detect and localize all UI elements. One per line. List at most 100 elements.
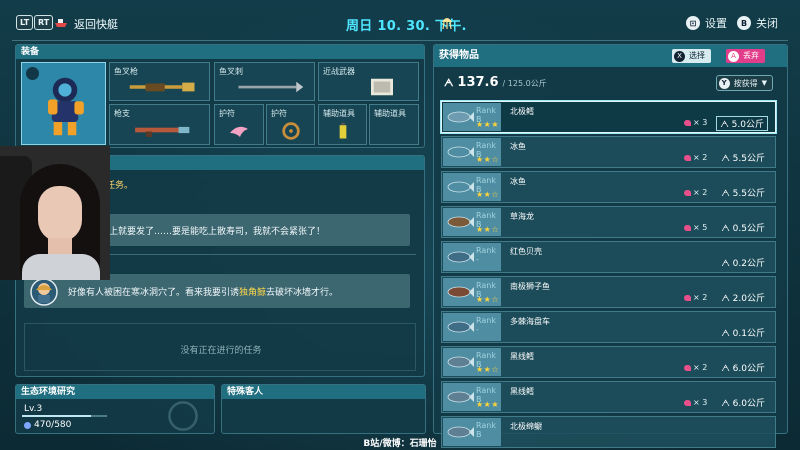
item-rank: Rank B bbox=[476, 421, 496, 439]
item-row[interactable]: Rank B ★★☆ 冰鱼 × 2 ᗅ 5.5公斤 bbox=[441, 171, 776, 203]
webcam-overlay bbox=[0, 146, 110, 280]
charm-slot-1[interactable]: 护符 bbox=[214, 104, 264, 145]
heart-icon bbox=[684, 224, 691, 231]
eco-xp: 470/580 bbox=[24, 420, 71, 430]
item-quantity: × 3 bbox=[684, 118, 707, 127]
eco-progress-track bbox=[22, 415, 107, 417]
item-name: 黑线鳕 bbox=[510, 387, 534, 396]
item-thumbnail: Rank - bbox=[443, 243, 501, 271]
item-thumbnail: Rank B ★★☆ bbox=[443, 173, 501, 201]
obtained-items-panel: 获得物品 X 选择 A 丢弃 ᗅ 137.6 / 125.0公斤 Y 按获得 ▼… bbox=[433, 44, 788, 448]
slot-label: 近战武器 bbox=[323, 67, 355, 76]
diving-suit-slot[interactable] bbox=[21, 62, 106, 145]
item-qty-value: × 3 bbox=[693, 398, 708, 407]
fish-icon bbox=[447, 111, 474, 123]
fish-icon bbox=[447, 286, 474, 298]
item-qty-value: × 2 bbox=[693, 293, 708, 302]
select-label: 选择 bbox=[689, 51, 705, 60]
item-quantity: × 2 bbox=[684, 293, 707, 302]
settings-button[interactable]: ⊡ 设置 bbox=[686, 15, 727, 31]
rt-button[interactable]: RT bbox=[34, 15, 54, 30]
sort-label: 按获得 bbox=[733, 78, 758, 88]
item-row[interactable]: Rank B ★★☆ 草海龙 × 5 ᗅ 0.5公斤 bbox=[441, 206, 776, 238]
fish-icon bbox=[447, 216, 474, 228]
lt-button[interactable]: LT bbox=[16, 15, 34, 30]
settings-label: 设置 bbox=[705, 17, 727, 30]
item-row[interactable]: Rank - 多棘海盘车 ᗅ 0.1公斤 bbox=[441, 311, 776, 343]
xp-orb-icon bbox=[24, 421, 31, 429]
dolphin-charm-icon bbox=[230, 126, 248, 137]
harpoon-gun-slot[interactable]: 鱼叉枪 bbox=[109, 62, 210, 101]
harpoon-gun-icon bbox=[129, 82, 195, 92]
item-row[interactable]: Rank B ★★★ 北极鳕 × 3 ᗅ 5.0公斤 bbox=[441, 101, 776, 133]
item-stars: ★★☆ bbox=[476, 225, 500, 234]
weight-max: / 125.0公斤 bbox=[502, 79, 547, 88]
item-qty-value: × 2 bbox=[693, 363, 708, 372]
heart-icon bbox=[684, 294, 691, 301]
slot-label: 护符 bbox=[219, 109, 235, 118]
webcam-shirt bbox=[22, 254, 100, 280]
heart-icon bbox=[684, 364, 691, 371]
slot-label: 枪支 bbox=[114, 109, 130, 118]
eco-research-title: 生态环境研究 bbox=[16, 385, 214, 399]
item-qty-value: × 5 bbox=[693, 223, 708, 232]
item-row[interactable]: Rank B 北极绵鳚 bbox=[441, 416, 776, 448]
item-row[interactable]: Rank B ★★☆ 南极狮子鱼 × 2 ᗅ 2.0公斤 bbox=[441, 276, 776, 308]
highlight-narwhal: 独角鲸 bbox=[239, 287, 267, 298]
b-key-icon: B bbox=[737, 16, 751, 30]
item-weight: ᗅ 0.5公斤 bbox=[721, 224, 765, 234]
eco-level: Lv.3 bbox=[24, 404, 43, 414]
item-thumbnail: Rank B ★★☆ bbox=[443, 138, 501, 166]
item-weight: ᗅ 6.0公斤 bbox=[721, 364, 765, 374]
equipment-title: 装备 bbox=[16, 45, 424, 59]
item-name: 南极狮子鱼 bbox=[510, 282, 550, 291]
item-stars: ★★☆ bbox=[476, 155, 500, 164]
fish-icon bbox=[447, 251, 474, 263]
item-row[interactable]: Rank B ★★☆ 黑线鳕 × 2 ᗅ 6.0公斤 bbox=[441, 346, 776, 378]
quest-title: 任务。 bbox=[106, 181, 134, 191]
item-stars: ★★★ bbox=[476, 400, 500, 409]
top-bar: LT RT 返回快艇 周日 10. 30. 下午. ⊡ 设置 B 关闭 bbox=[0, 0, 800, 44]
item-quantity: × 2 bbox=[684, 188, 707, 197]
special-guest-panel[interactable]: 特殊客人 bbox=[221, 384, 426, 434]
back-to-boat-label[interactable]: 返回快艇 bbox=[74, 16, 118, 32]
support-item-slot-2[interactable]: 辅助道具 bbox=[369, 104, 419, 145]
item-thumbnail: Rank - bbox=[443, 313, 501, 341]
item-qty-value: × 2 bbox=[693, 188, 708, 197]
y-key-icon: Y bbox=[718, 77, 730, 89]
x-key-icon: X bbox=[674, 50, 685, 62]
melee-weapon-slot[interactable]: 近战武器 bbox=[318, 62, 419, 101]
support-item-slot-1[interactable]: 辅助道具 bbox=[318, 104, 367, 145]
item-row[interactable]: Rank - 红色贝壳 ᗅ 0.2公斤 bbox=[441, 241, 776, 273]
slot-label: 鱼叉刺 bbox=[219, 67, 243, 76]
slot-label: 辅助道具 bbox=[374, 109, 406, 118]
heart-icon bbox=[684, 154, 691, 161]
slot-label: 护符 bbox=[271, 109, 287, 118]
weight-icon: ᗅ bbox=[444, 78, 454, 89]
item-row[interactable]: Rank B ★★★ 黑线鳕 × 3 ᗅ 6.0公斤 bbox=[441, 381, 776, 413]
close-button[interactable]: B 关闭 bbox=[737, 15, 778, 31]
sort-button[interactable]: Y 按获得 ▼ bbox=[715, 75, 773, 91]
item-row[interactable]: Rank B ★★☆ 冰鱼 × 2 ᗅ 5.5公斤 bbox=[441, 136, 776, 168]
item-quantity: × 5 bbox=[684, 223, 707, 232]
heart-icon bbox=[684, 119, 691, 126]
top-divider bbox=[12, 40, 788, 41]
select-button[interactable]: X 选择 bbox=[672, 49, 711, 63]
item-name: 冰鱼 bbox=[510, 142, 526, 151]
battery-icon bbox=[339, 122, 347, 139]
item-name: 北极鳕 bbox=[510, 107, 534, 116]
harpoon-spear-slot[interactable]: 鱼叉刺 bbox=[214, 62, 315, 101]
item-weight: ᗅ 5.5公斤 bbox=[721, 154, 765, 164]
item-weight: ᗅ 5.0公斤 bbox=[716, 116, 768, 131]
gun-slot[interactable]: 枪支 bbox=[109, 104, 210, 145]
item-rank: Rank - bbox=[476, 246, 496, 264]
chat-message-1: 马上就要发了……要是能吃上散寿司，我就不会紧张了！ bbox=[90, 214, 410, 246]
item-name: 草海龙 bbox=[510, 212, 534, 221]
discard-button[interactable]: A 丢弃 bbox=[726, 49, 765, 63]
fish-icon bbox=[447, 146, 474, 158]
eco-research-panel[interactable]: 生态环境研究 Lv.3 470/580 bbox=[15, 384, 215, 434]
fish-icon bbox=[447, 321, 474, 333]
melee-knife-icon bbox=[371, 78, 393, 96]
charm-slot-2[interactable]: 护符 bbox=[266, 104, 315, 145]
weight-value: 137.6 bbox=[457, 75, 499, 90]
